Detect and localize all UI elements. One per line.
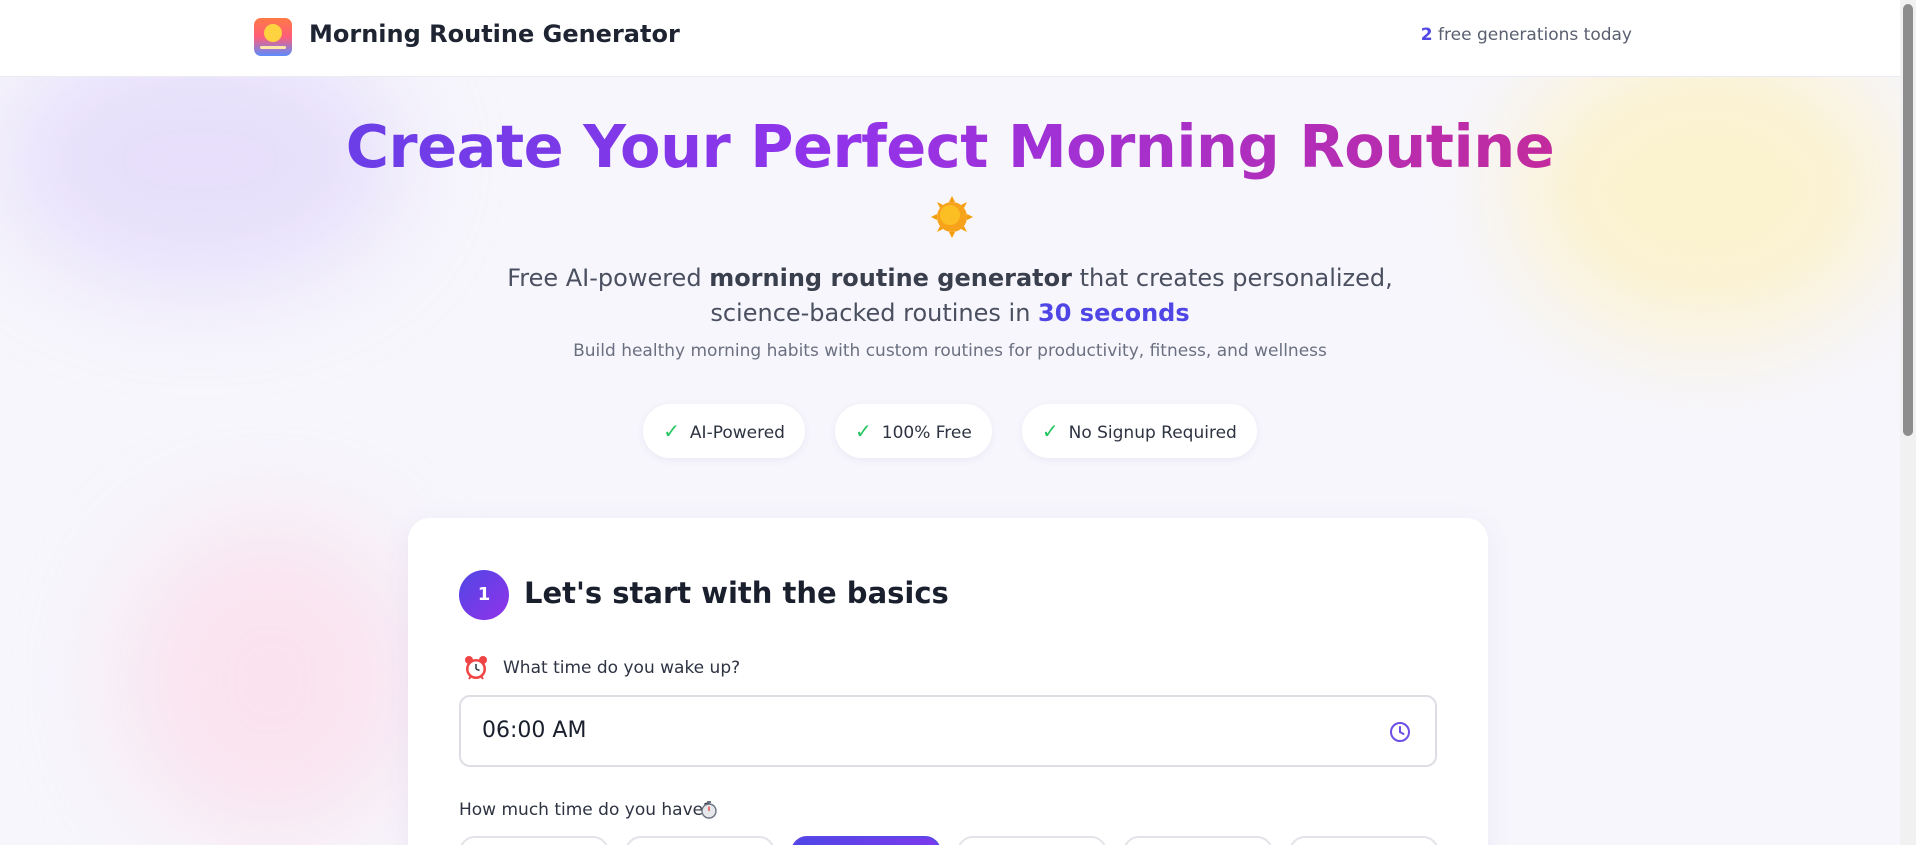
badge-no-signup: ✓ No Signup Required [1021,404,1257,458]
background-blob-pink [120,520,420,840]
badge-label: AI-Powered [689,423,785,443]
generation-count-text: free generations today [1438,25,1632,45]
alarm-clock-icon [465,656,487,680]
time-option[interactable] [1289,836,1439,845]
time-option[interactable] [957,836,1107,845]
time-option[interactable] [1123,836,1273,845]
generation-count-number: 2 [1420,25,1433,45]
hero-subtitle-text: Free AI-powered [507,264,710,292]
step-title: Let's start with the basics [524,576,949,610]
hero-subtitle-text: that creates personalized, [1071,264,1393,292]
generation-counter: 2 free generations today [1421,25,1632,45]
badge-ai-powered: ✓ AI-Powered [643,404,805,458]
time-option[interactable] [459,836,609,845]
routine-form-card: 1 Let's start with the basics What time … [408,518,1488,845]
scrollbar-thumb[interactable] [1903,4,1913,436]
step-number-badge: 1 [459,570,509,620]
sun-icon [931,196,973,238]
hero-subtitle-highlight: 30 seconds [1038,299,1190,327]
hero-description: Build healthy morning habits with custom… [573,341,1327,361]
sunrise-logo-icon[interactable] [254,18,292,56]
time-option[interactable] [625,836,775,845]
check-icon: ✓ [663,419,680,443]
stopwatch-icon [701,801,717,819]
wake-time-value[interactable]: 06:00 AM [482,718,586,743]
badge-label: 100% Free [881,423,972,443]
clock-icon[interactable] [1389,721,1411,743]
hero-subtitle: Free AI-powered morning routine generato… [0,261,1900,331]
time-option-selected[interactable] [791,836,941,845]
wake-time-input[interactable]: 06:00 AM [459,695,1437,767]
page-scrollbar[interactable] [1900,0,1916,845]
wake-time-label: What time do you wake up? [503,658,741,678]
check-icon: ✓ [1041,419,1059,443]
badge-label: No Signup Required [1068,423,1237,443]
time-available-label: How much time do you have? [459,800,713,820]
hero-title: Create Your Perfect Morning Routine [0,112,1900,181]
top-navbar: Morning Routine Generator 2 free generat… [0,0,1900,77]
check-icon: ✓ [854,419,872,443]
badge-free: ✓ 100% Free [834,404,992,458]
feature-badges: ✓ AI-Powered ✓ 100% Free ✓ No Signup Requir… [0,404,1900,458]
hero-subtitle-text: science-backed routines in [710,299,1039,327]
hero-subtitle-bold: morning routine generator [709,264,1072,292]
app-title[interactable]: Morning Routine Generator [309,20,680,48]
